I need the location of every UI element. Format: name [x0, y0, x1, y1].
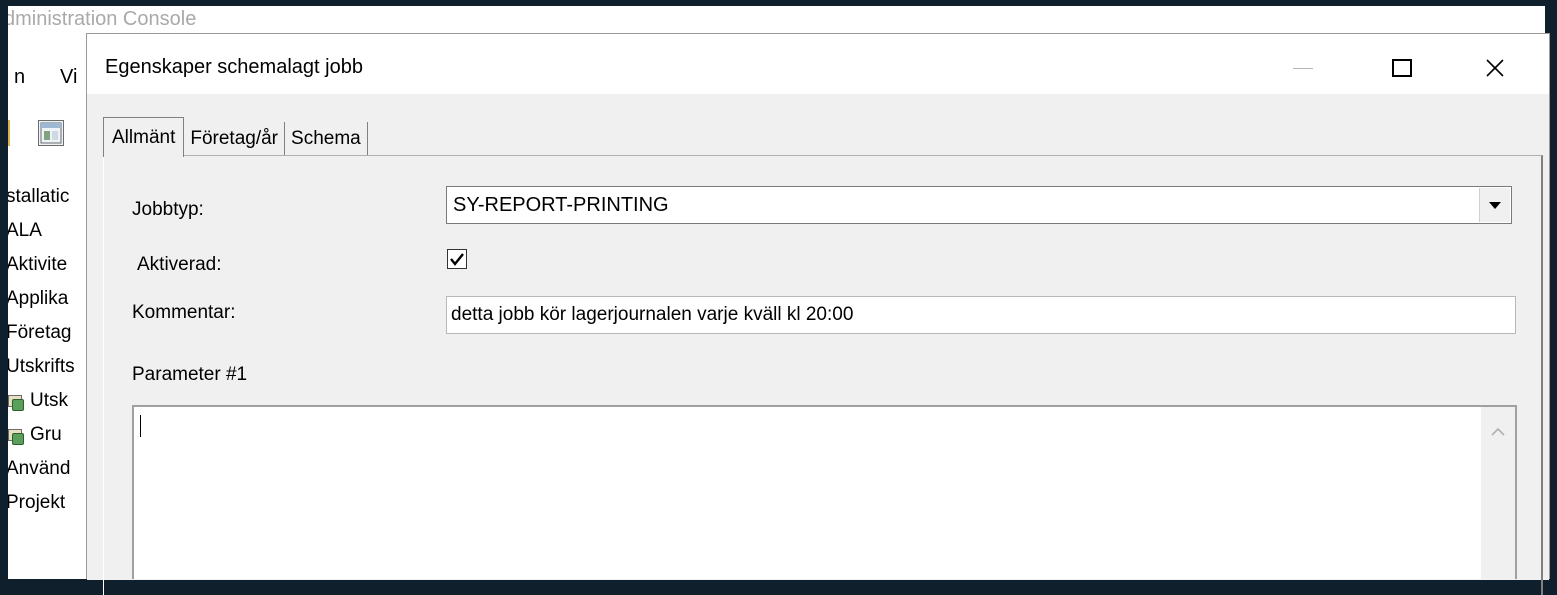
minimize-button[interactable] — [1279, 50, 1327, 86]
tree-item-anvandare[interactable]: Använd — [6, 452, 75, 486]
kommentar-input[interactable]: detta jobb kör lagerjournalen varje kväl… — [446, 296, 1516, 334]
jobbtyp-value: SY-REPORT-PRINTING — [453, 194, 669, 216]
console-title: dministration Console — [4, 8, 197, 30]
chevron-down-icon — [1489, 201, 1501, 209]
printer-document-icon — [6, 425, 26, 445]
maximize-button[interactable] — [1378, 50, 1426, 86]
tree-item-aktiviteter[interactable]: Aktivite — [6, 248, 75, 282]
tab-schema[interactable]: Schema — [285, 122, 368, 156]
jobbtyp-label: Jobbtyp: — [132, 199, 204, 220]
vertical-scrollbar[interactable] — [1481, 407, 1515, 579]
tree-item-foretag[interactable]: Företag — [6, 316, 75, 350]
tab-strip: Allmänt Företag/år Schema — [103, 117, 368, 157]
chevron-up-icon — [1491, 427, 1505, 436]
jobbtyp-dropdown[interactable]: SY-REPORT-PRINTING — [446, 186, 1512, 224]
tab-foretag-ar[interactable]: Företag/år — [184, 122, 286, 156]
kommentar-label: Kommentar: — [132, 302, 236, 323]
folder-icon[interactable] — [2, 120, 10, 146]
close-button[interactable] — [1471, 50, 1519, 86]
scroll-up-button[interactable] — [1481, 417, 1515, 447]
aktiverad-checkbox[interactable] — [447, 249, 467, 269]
close-icon — [1486, 59, 1504, 77]
window-panel-icon[interactable] — [38, 120, 64, 146]
checkmark-icon — [450, 253, 464, 266]
tree-item-ala[interactable]: ALA — [6, 214, 75, 248]
tree-item-applikationer[interactable]: Applika — [6, 282, 75, 316]
dropdown-arrow-button[interactable] — [1479, 188, 1510, 222]
menu-item-file[interactable]: n — [14, 66, 25, 89]
tree-item-utskrifter[interactable]: Utskrifts — [6, 350, 75, 384]
tree-item-grupper[interactable]: Gru — [6, 418, 75, 452]
tab-allmant[interactable]: Allmänt — [103, 117, 185, 157]
tree-item-installation[interactable]: stallatic — [6, 180, 75, 214]
tree-item-utskriftskoer[interactable]: Utsk — [6, 384, 75, 418]
parameter-1-textarea[interactable] — [132, 405, 1517, 579]
tree-item-projekt[interactable]: Projekt — [6, 486, 75, 520]
minimize-icon — [1293, 67, 1313, 69]
aktiverad-label: Aktiverad: — [137, 254, 222, 275]
maximize-icon — [1392, 59, 1412, 77]
printer-document-icon — [6, 391, 26, 411]
menu-item-view[interactable]: Vi — [60, 66, 77, 89]
console-tree: stallatic ALA Aktivite Applika Företag U… — [6, 180, 75, 520]
dialog-title: Egenskaper schemalagt jobb — [105, 56, 363, 78]
parameter-1-label: Parameter #1 — [132, 364, 248, 385]
kommentar-value: detta jobb kör lagerjournalen varje kväl… — [451, 304, 854, 325]
text-caret — [140, 415, 141, 437]
